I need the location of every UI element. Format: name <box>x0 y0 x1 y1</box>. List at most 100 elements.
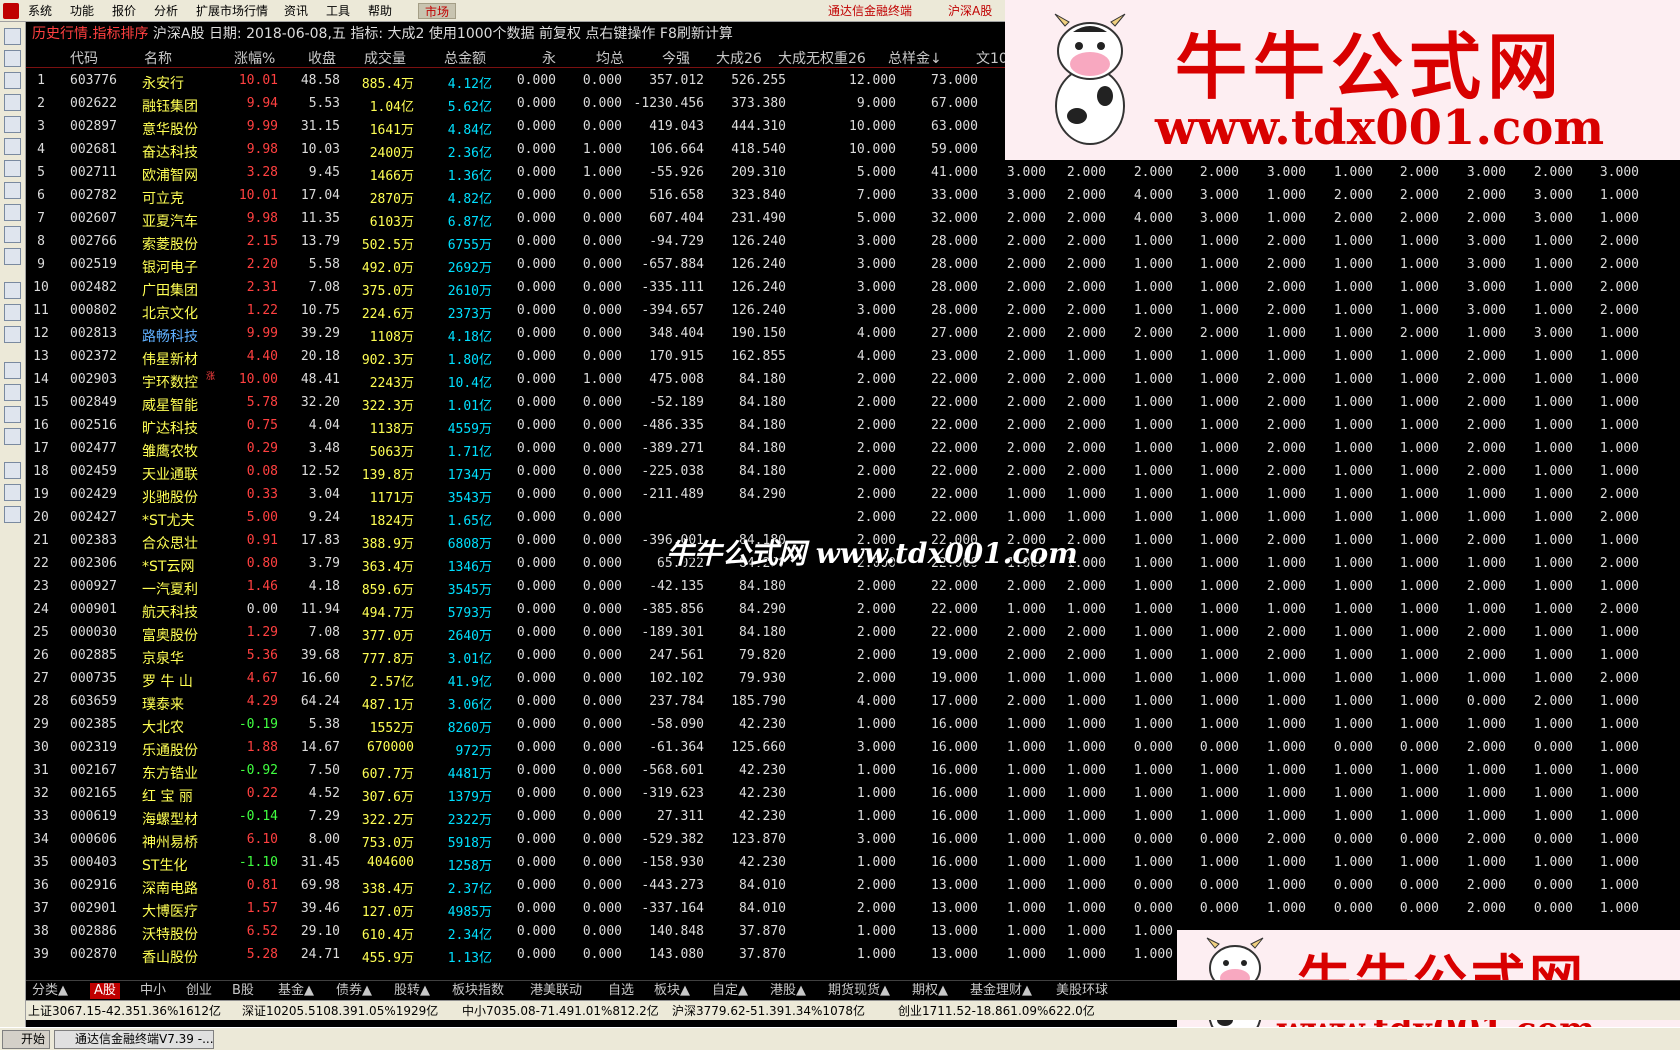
tab-4[interactable]: B股 <box>232 983 254 999</box>
table-row[interactable]: 12 002813 路畅科技 9.99 39.29 1108万 4.18亿 0.000 0.00… <box>26 322 1680 345</box>
app-logo-icon[interactable] <box>3 3 19 19</box>
up-arrow-icon[interactable] <box>4 50 21 67</box>
table-row[interactable]: 6 002782 可立克 10.01 17.04 2870万 4.82亿 0.000 0.000… <box>26 184 1680 207</box>
tab-5[interactable]: 基金▲ <box>278 983 314 999</box>
header-amount[interactable]: 总金额 <box>444 48 486 68</box>
header-close[interactable]: 收盘 <box>308 48 336 68</box>
menu-extended-market[interactable]: 扩展市场行情 <box>196 3 268 19</box>
tab-2[interactable]: 中小 <box>140 983 166 999</box>
tab-3[interactable]: 创业 <box>186 983 212 999</box>
tab-6[interactable]: 债券▲ <box>336 983 372 999</box>
table-row[interactable]: 31 002167 东方锆业 -0.92 7.50 607.7万 4481万 0.000 0.0… <box>26 759 1680 782</box>
table-row[interactable]: 26 002885 京泉华 5.36 39.68 777.8万 3.01亿 0.000 0.00… <box>26 644 1680 667</box>
header-jin[interactable]: 今强 <box>662 48 690 68</box>
status-chinext[interactable]: 创业1711.52-18.861.09%622.0亿 <box>898 1001 1095 1021</box>
quote-icon[interactable] <box>4 94 21 111</box>
line-chart-icon[interactable] <box>4 138 21 155</box>
circle-icon[interactable] <box>4 326 21 343</box>
table-row[interactable]: 9 002519 银河电子 2.20 5.58 492.0万 2692万 0.000 0.000… <box>26 253 1680 276</box>
folder-icon[interactable] <box>4 462 21 479</box>
tab-13[interactable]: 港股▲ <box>770 983 806 999</box>
tab-10[interactable]: 自选 <box>608 983 634 999</box>
table-row[interactable]: 35 000403 ST生化 -1.10 31.45 404600 1258万 0.000 0.… <box>26 851 1680 874</box>
status-hs[interactable]: 沪深3779.62-51.391.34%1078亿 <box>672 1001 865 1021</box>
tab-17[interactable]: 美股环球 <box>1056 983 1108 999</box>
tab-12[interactable]: 自定▲ <box>712 983 748 999</box>
table-row[interactable]: 27 000735 罗 牛 山 4.67 16.60 2.57亿 41.9亿 0.000 0.0… <box>26 667 1680 690</box>
tab-7[interactable]: 股转▲ <box>394 983 430 999</box>
tab-11[interactable]: 板块▲ <box>654 983 690 999</box>
header-jun[interactable]: 均总 <box>596 48 624 68</box>
table-row[interactable]: 16 002516 旷达科技 0.75 4.04 1138万 4559万 0.000 0.000… <box>26 414 1680 437</box>
header-name[interactable]: 名称 <box>144 48 172 68</box>
table-row[interactable]: 32 002165 红 宝 丽 0.22 4.52 307.6万 1379万 0.000 0.0… <box>26 782 1680 805</box>
header-dc26[interactable]: 大成26 <box>716 48 762 68</box>
menu-function[interactable]: 功能 <box>70 3 94 19</box>
table-row[interactable]: 34 000606 神州易桥 6.10 8.00 753.0万 5918万 0.000 0.00… <box>26 828 1680 851</box>
chart-icon[interactable] <box>4 304 21 321</box>
bookmark-icon[interactable] <box>4 248 21 265</box>
settings-icon[interactable] <box>4 506 21 523</box>
news-icon[interactable] <box>4 226 21 243</box>
tab-8[interactable]: 板块指数 <box>452 983 504 999</box>
start-button[interactable]: 开始 <box>2 1030 50 1049</box>
back-arrow-icon[interactable] <box>4 28 21 45</box>
table-row[interactable]: 15 002849 威星智能 5.78 32.20 322.3万 1.01亿 0.000 0.0… <box>26 391 1680 414</box>
table-row[interactable]: 14 002903 宇环数控 10.00 48.41 2243万 10.4亿 0.000 1.0… <box>26 368 1680 391</box>
table-row[interactable]: 37 002901 大博医疗 1.57 39.46 127.0万 4985万 0.000 0.0… <box>26 897 1680 920</box>
f12-icon[interactable] <box>4 282 21 299</box>
alert-icon[interactable] <box>4 384 21 401</box>
menu-news[interactable]: 资讯 <box>284 3 308 19</box>
table-row[interactable]: 36 002916 深南电路 0.81 69.98 338.4万 2.37亿 0.000 0.0… <box>26 874 1680 897</box>
f10-icon[interactable] <box>4 204 21 221</box>
link-icon[interactable] <box>4 484 21 501</box>
menu-system[interactable]: 系统 <box>28 3 52 19</box>
header-sample-sort[interactable]: 总样金↓ <box>888 48 942 68</box>
table-row[interactable]: 28 603659 璞泰来 4.29 64.24 487.1万 3.06亿 0.000 0.00… <box>26 690 1680 713</box>
table-row[interactable]: 19 002429 兆驰股份 0.33 3.04 1171万 3543万 0.000 0.000… <box>26 483 1680 506</box>
table-row[interactable]: 33 000619 海螺型材 -0.14 7.29 322.2万 2322万 0.000 0.0… <box>26 805 1680 828</box>
status-sme[interactable]: 中小7035.08-71.491.01%812.2亿 <box>462 1001 659 1021</box>
menu-quote[interactable]: 报价 <box>112 3 136 19</box>
status-shenzhen[interactable]: 深证10205.5108.391.05%1929亿 <box>242 1001 438 1021</box>
table-row[interactable]: 24 000901 航天科技 0.00 11.94 494.7万 5793万 0.000 0.0… <box>26 598 1680 621</box>
menu-tools[interactable]: 工具 <box>326 3 350 19</box>
table-row[interactable]: 8 002766 索菱股份 2.15 13.79 502.5万 6755万 0.000 0.00… <box>26 230 1680 253</box>
tab-15[interactable]: 期权▲ <box>912 983 948 999</box>
tab-9[interactable]: 港美联动 <box>530 983 582 999</box>
kline-icon[interactable] <box>4 160 21 177</box>
table-row[interactable]: 10 002482 广田集团 2.31 7.08 375.0万 2610万 0.000 0.00… <box>26 276 1680 299</box>
table-row[interactable]: 18 002459 天业通联 0.08 12.52 139.8万 1734万 0.000 0.0… <box>26 460 1680 483</box>
header-code[interactable]: 代码 <box>70 48 98 68</box>
list-icon[interactable] <box>4 182 21 199</box>
status-shanghai[interactable]: 上证3067.15-42.351.36%1612亿 <box>28 1001 221 1021</box>
table-row[interactable]: 7 002607 亚夏汽车 9.98 11.35 6103万 6.87亿 0.000 0.000… <box>26 207 1680 230</box>
table-row[interactable]: 30 002319 乐通股份 1.88 14.67 670000 972万 0.000 0.00… <box>26 736 1680 759</box>
menu-analysis[interactable]: 分析 <box>154 3 178 19</box>
menu-help[interactable]: 帮助 <box>368 3 392 19</box>
tab-1[interactable]: A股 <box>90 983 120 999</box>
down-arrow-icon[interactable] <box>4 72 21 89</box>
table-row[interactable]: 5 002711 欧浦智网 3.28 9.45 1466万 1.36亿 0.000 1.000-… <box>26 161 1680 184</box>
panel-icon[interactable] <box>4 362 21 379</box>
table-row[interactable]: 17 002477 雏鹰农牧 0.29 3.48 5063万 1.71亿 0.000 0.000… <box>26 437 1680 460</box>
table-row[interactable]: 23 000927 一汽夏利 1.46 4.18 859.6万 3545万 0.000 0.00… <box>26 575 1680 598</box>
header-dc-noweight[interactable]: 大成无权重26 <box>778 48 866 68</box>
header-wen10[interactable]: 文10 <box>976 48 1008 68</box>
report-icon[interactable] <box>4 428 21 445</box>
table-row[interactable]: 11 000802 北京文化 1.22 10.75 224.6万 2373万 0.000 0.0… <box>26 299 1680 322</box>
tab-16[interactable]: 基金理财▲ <box>970 983 1032 999</box>
table-row[interactable]: 13 002372 伟星新材 4.40 20.18 902.3万 1.80亿 0.000 0.0… <box>26 345 1680 368</box>
table-row[interactable]: 29 002385 大北农 -0.19 5.38 1552万 8260万 0.000 0.000… <box>26 713 1680 736</box>
tab-14[interactable]: 期货现货▲ <box>828 983 890 999</box>
table-row[interactable]: 20 002427 *ST尤夫 5.00 9.24 1824万 1.65亿 0.000 0.00… <box>26 506 1680 529</box>
grid-icon[interactable] <box>4 116 21 133</box>
table-row[interactable]: 25 000030 富奥股份 1.29 7.08 377.0万 2640万 0.000 0.00… <box>26 621 1680 644</box>
taskbar-app-button[interactable]: 通达信金融终端V7.39 -... <box>54 1030 214 1049</box>
header-change-pct[interactable]: 涨幅% <box>234 48 275 68</box>
menu-market[interactable]: 市场 <box>418 3 457 19</box>
tab-0[interactable]: 分类▲ <box>32 983 68 999</box>
trade-icon[interactable] <box>4 406 21 423</box>
header-volume[interactable]: 成交量 <box>364 48 406 68</box>
header-yong[interactable]: 永 <box>542 48 556 68</box>
